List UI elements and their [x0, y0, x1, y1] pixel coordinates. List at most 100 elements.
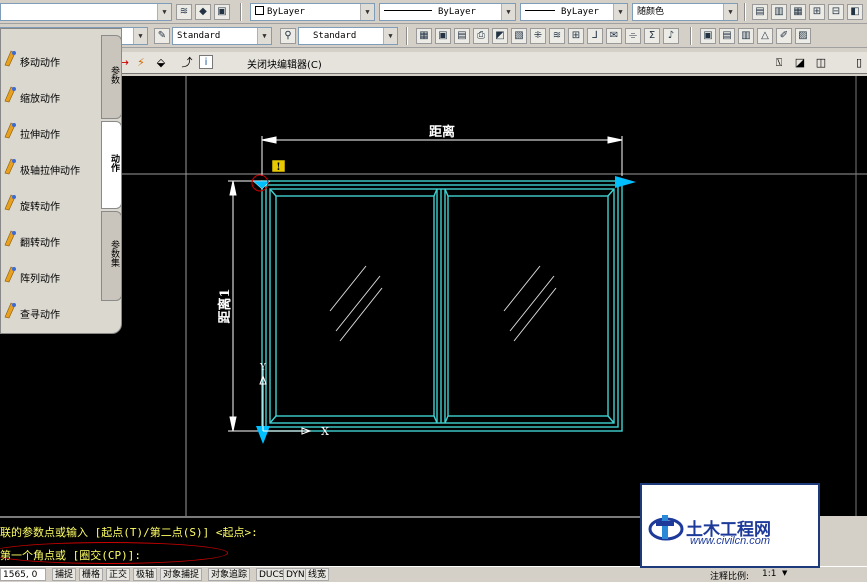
red-highlight-ellipse: [0, 542, 228, 564]
command-line[interactable]: 联的参数点或输入 [起点(T)/第二点(S)] <起点>: 第一个角点或 [圈交…: [0, 516, 640, 566]
visibility-state-icon[interactable]: ▯: [851, 55, 867, 71]
window-arrange-icon[interactable]: ▦: [790, 4, 806, 20]
line-sample-icon: [525, 10, 555, 11]
properties-icon[interactable]: ⊞: [809, 4, 825, 20]
glass-hatch: [329, 265, 557, 342]
close-block-editor-button[interactable]: 关闭块编辑器(C): [247, 56, 322, 71]
dim-style-combo[interactable]: Standard ▼: [298, 27, 398, 45]
plotstyle-combo-value: 随颜色: [637, 7, 665, 17]
visibility-icon[interactable]: ⍂: [771, 55, 787, 71]
lineweight-toggle[interactable]: 线宽: [305, 568, 330, 581]
grip-arrow-right: [615, 176, 636, 188]
linetype-combo[interactable]: ByLayer ▼: [379, 3, 516, 21]
text-style-combo[interactable]: Standard ▼: [172, 27, 272, 45]
dim-style-icon[interactable]: ⚲: [280, 28, 296, 44]
warning-mark: !: [276, 162, 280, 173]
watermark-url: www.civilcn.com: [690, 535, 771, 547]
palette-item-move-action[interactable]: 移动动作: [1, 45, 101, 73]
update-icon[interactable]: ⤴: [179, 55, 195, 71]
show-icon[interactable]: ◫: [813, 55, 829, 71]
draw-tool-icon[interactable]: ✐: [776, 28, 792, 44]
polar-toggle[interactable]: 极轴: [133, 568, 158, 581]
ortho-toggle[interactable]: 正交: [106, 568, 131, 581]
hide-icon[interactable]: ◪: [792, 55, 808, 71]
match-properties-icon[interactable]: ⊟: [828, 4, 844, 20]
window-cascade-icon[interactable]: ▤: [752, 4, 768, 20]
palette-item-flip-action[interactable]: 翻转动作: [1, 225, 101, 253]
draw-tool-icon[interactable]: ▤: [719, 28, 735, 44]
lightning-icon[interactable]: ⚡: [133, 55, 149, 71]
color-swatch-icon: [255, 6, 264, 15]
draw-tool-icon[interactable]: ▥: [738, 28, 754, 44]
coordinate-readout: 1565, 0: [0, 568, 46, 581]
status-bar: 1565, 0 捕捉 栅格 正交 极轴 对象捕捉 对象追踪 DUCS DYN 线…: [0, 566, 867, 582]
dimension-top: [261, 136, 623, 176]
design-center-icon[interactable]: ◧: [847, 4, 863, 20]
text-style-icon[interactable]: ✎: [154, 28, 170, 44]
toolbar-separator: [744, 3, 746, 21]
palette-item-array-action[interactable]: 阵列动作: [1, 261, 101, 289]
drawing-canvas[interactable]: 距离 距离1 ! X Y: [0, 76, 867, 516]
palette-item-rotate-action[interactable]: 旋转动作: [1, 189, 101, 217]
draw-tool-icon[interactable]: ⁜: [530, 28, 546, 44]
draw-tool-icon[interactable]: ◩: [492, 28, 508, 44]
color-layer-combo[interactable]: ByLayer ▼: [250, 3, 375, 21]
move-action-icon: [4, 50, 16, 67]
chevron-down-icon: ▼: [723, 4, 737, 20]
text-style-value: Standard: [177, 31, 221, 41]
draw-tool-icon[interactable]: ▤: [454, 28, 470, 44]
dimension-left: [228, 180, 262, 432]
info-icon[interactable]: i: [199, 55, 213, 69]
print-icon[interactable]: ⎙: [473, 28, 489, 44]
draw-tool-icon[interactable]: ▦: [416, 28, 432, 44]
draw-tool-icon[interactable]: △: [757, 28, 773, 44]
command-history-line: 联的参数点或输入 [起点(T)/第二点(S)] <起点>:: [0, 526, 258, 539]
draw-tool-icon[interactable]: ▣: [700, 28, 716, 44]
draw-tool-icon[interactable]: ▨: [795, 28, 811, 44]
chevron-down-icon: ▼: [360, 4, 374, 20]
window-frame: [261, 180, 623, 432]
draw-tool-icon[interactable]: ⅃: [587, 28, 603, 44]
palette-item-stretch-action[interactable]: 拉伸动作: [1, 117, 101, 145]
ucs-y-mark: Y: [259, 363, 267, 373]
mail-icon[interactable]: ✉: [606, 28, 622, 44]
ucs-x-mark: X: [321, 425, 329, 438]
draw-tool-icon[interactable]: ▣: [435, 28, 451, 44]
tab-parameters[interactable]: 参数: [101, 35, 122, 119]
attribute-tag-icon[interactable]: ⬙: [153, 55, 169, 71]
toolbar-separator: [240, 3, 242, 21]
block-editor-toolbar: ⟷ ⚡ ⬙ ⤴ i 关闭块编辑器(C) ⍂ ◪ ◫ ▯: [95, 52, 867, 74]
tab-actions[interactable]: 动作: [101, 121, 122, 209]
sum-icon[interactable]: Σ: [644, 28, 660, 44]
draw-tool-icon[interactable]: ⌯: [625, 28, 641, 44]
chevron-down-icon[interactable]: ▼: [782, 569, 787, 577]
draw-tool-icon[interactable]: ≋: [549, 28, 565, 44]
grid-toggle[interactable]: 栅格: [79, 568, 104, 581]
rotate-action-icon: [4, 194, 16, 211]
dimension-top-label: 距离: [429, 124, 455, 140]
palette-item-lookup-action[interactable]: 查寻动作: [1, 297, 101, 325]
draw-tool-icon[interactable]: ⊞: [568, 28, 584, 44]
otrack-toggle[interactable]: 对象追踪: [208, 568, 251, 581]
osnap-toggle[interactable]: 对象捕捉: [160, 568, 203, 581]
layer-combo[interactable]: ▼: [0, 3, 172, 21]
layer-previous-icon[interactable]: ◆: [195, 4, 211, 20]
annotation-scale-value[interactable]: 1:1: [762, 569, 776, 579]
layer-make-current-icon[interactable]: ≋: [176, 4, 192, 20]
dimension-left-label: 距离1: [217, 288, 233, 323]
draw-tool-icon[interactable]: ♪: [663, 28, 679, 44]
layer-states-icon[interactable]: ▣: [214, 4, 230, 20]
palette-item-polar-stretch-action[interactable]: 极轴拉伸动作: [1, 153, 101, 181]
chevron-down-icon: ▼: [383, 28, 397, 44]
flip-action-icon: [4, 230, 16, 247]
draw-tool-icon[interactable]: ▧: [511, 28, 527, 44]
plotstyle-combo[interactable]: 随颜色 ▼: [632, 3, 738, 21]
window-tile-icon[interactable]: ▥: [771, 4, 787, 20]
color-combo-value: ByLayer: [267, 7, 305, 17]
dyn-toggle[interactable]: DYN: [283, 568, 308, 581]
palette-item-scale-action[interactable]: 缩放动作: [1, 81, 101, 109]
tab-parameter-sets[interactable]: 参数集: [101, 211, 122, 301]
parameter-grips: ! X Y: [251, 159, 636, 444]
lineweight-combo[interactable]: ByLayer ▼: [520, 3, 628, 21]
snap-toggle[interactable]: 捕捉: [52, 568, 77, 581]
